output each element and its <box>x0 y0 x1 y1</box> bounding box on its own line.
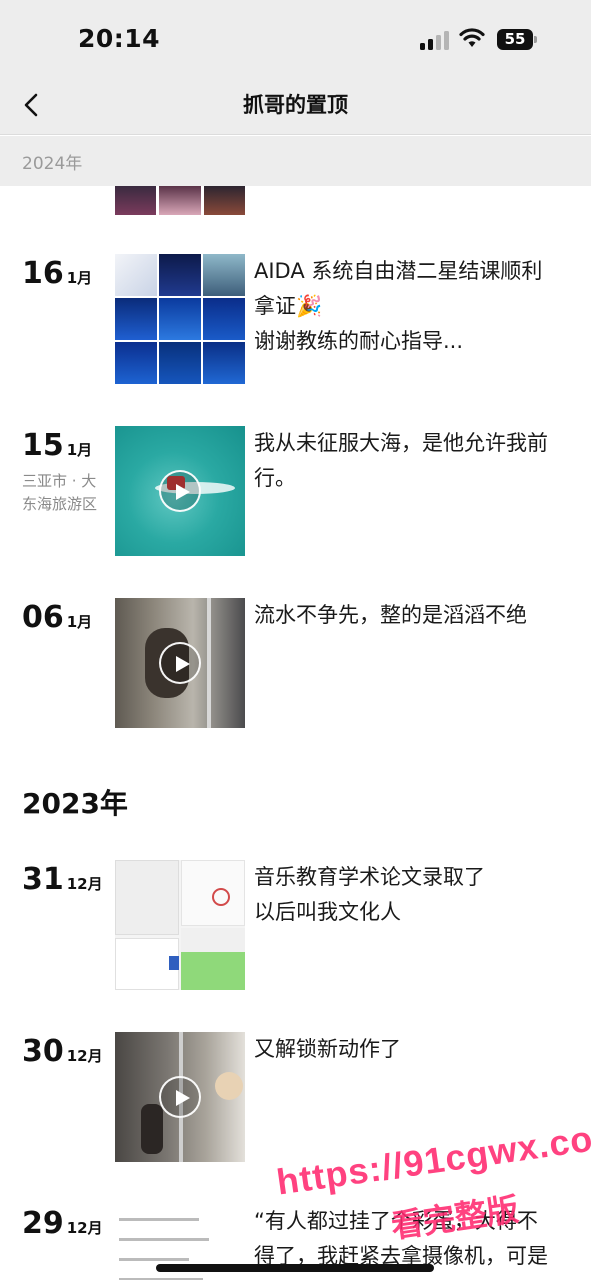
post-video-thumbnail[interactable] <box>115 598 245 728</box>
post-text: 流水不争先，整的是滔滔不绝 <box>254 603 527 627</box>
post-video-thumbnail[interactable] <box>115 1032 245 1162</box>
battery-level: 55 <box>497 29 533 50</box>
post-text: 我从未征服大海，是他允许我前行。 <box>254 431 548 490</box>
post-date: 30 12月 <box>22 1034 103 1069</box>
post-text: 音乐教育学术论文录取了 以后叫我文化人 <box>254 865 485 924</box>
post-month: 12月 <box>66 1047 103 1065</box>
post-date: 31 12月 <box>22 862 103 897</box>
post-month: 1月 <box>66 613 93 631</box>
status-time: 20:14 <box>78 24 161 53</box>
post-month: 12月 <box>66 1219 103 1237</box>
post-day: 16 <box>22 256 64 291</box>
post-location[interactable]: 三亚市 · 大东海旅游区 <box>22 470 102 516</box>
post-day: 06 <box>22 600 64 635</box>
cellular-signal-icon <box>420 30 450 50</box>
post-day: 30 <box>22 1034 64 1069</box>
post-day: 31 <box>22 862 64 897</box>
sticky-year-label: 2024年 <box>22 154 83 174</box>
page-title: 抓哥的置顶 <box>243 93 348 117</box>
post-text: 又解锁新动作了 <box>254 1037 401 1061</box>
moments-list[interactable]: 16 1月 AIDA 系统自由潜二星结课顺利拿证🎉 谢谢教练的耐心指导... 15… <box>0 186 591 1280</box>
battery-icon: 55 <box>497 29 537 50</box>
post-text: AIDA 系统自由潜二星结课顺利拿证🎉 谢谢教练的耐心指导... <box>254 259 543 353</box>
previous-post-thumbnail[interactable] <box>115 186 245 215</box>
nav-bar: 抓哥的置顶 <box>0 75 591 135</box>
wifi-icon <box>459 28 485 47</box>
sticky-year-header: 2024年 <box>0 136 591 186</box>
post-day: 29 <box>22 1206 64 1241</box>
home-indicator[interactable] <box>156 1264 434 1272</box>
post-month: 1月 <box>66 441 93 459</box>
year-heading: 2023年 <box>22 787 128 820</box>
post-video-thumbnail[interactable] <box>115 426 245 556</box>
post-month: 12月 <box>66 875 103 893</box>
play-icon[interactable] <box>159 1076 201 1118</box>
post-date: 15 1月 <box>22 428 92 463</box>
post-date: 06 1月 <box>22 600 92 635</box>
post-day: 15 <box>22 428 64 463</box>
post-date: 16 1月 <box>22 256 92 291</box>
post-month: 1月 <box>66 269 93 287</box>
post-date: 29 12月 <box>22 1206 103 1241</box>
status-bar: 20:14 55 <box>0 0 591 75</box>
post-image-grid[interactable] <box>115 254 245 384</box>
post-image-collage[interactable] <box>115 860 245 990</box>
play-icon[interactable] <box>159 642 201 684</box>
play-icon[interactable] <box>159 470 201 512</box>
